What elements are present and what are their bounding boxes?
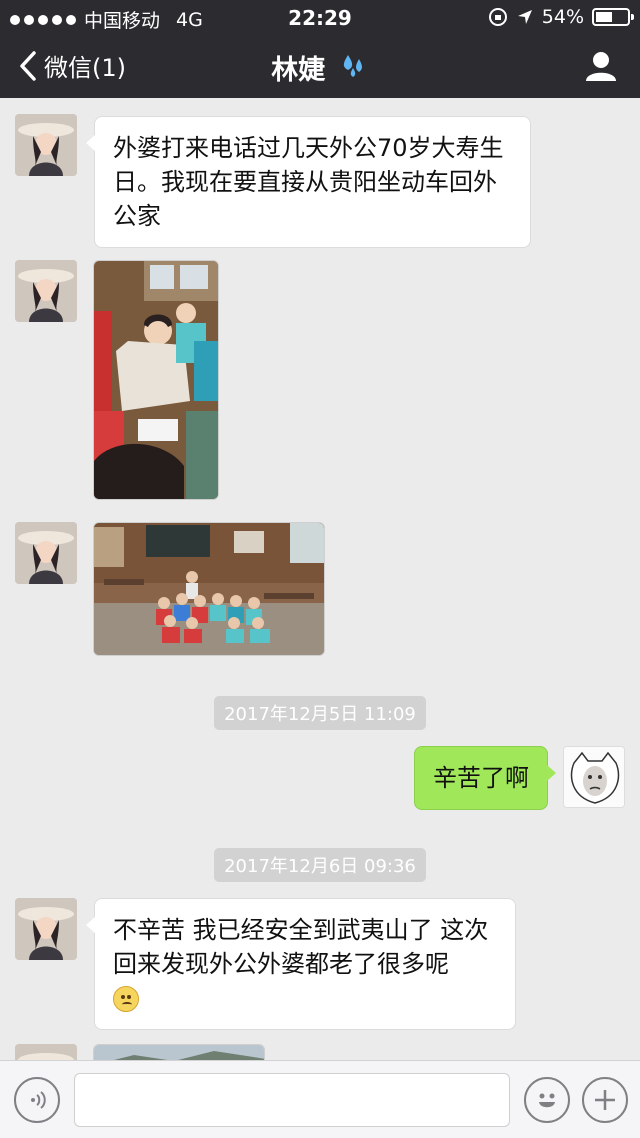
friend-avatar[interactable]	[15, 114, 77, 176]
classroom-photo	[94, 261, 218, 499]
timestamp: 2017年12月5日 11:09	[0, 696, 640, 730]
my-message-bubble[interactable]: 辛苦了啊	[414, 746, 556, 810]
status-bar: 中国移动 4G 22:29 54%	[0, 0, 640, 34]
person-icon[interactable]	[584, 50, 618, 82]
water-drops-icon	[343, 55, 362, 77]
smiley-icon	[539, 1093, 555, 1108]
battery-percent: 54%	[541, 6, 584, 28]
status-right: 54%	[488, 6, 634, 28]
my-avatar[interactable]	[563, 746, 625, 808]
message-text: 辛苦了啊	[433, 764, 529, 792]
chat-title-text: 林婕	[271, 55, 326, 86]
battery-fill	[596, 12, 612, 22]
voice-icon	[31, 1091, 46, 1109]
message-input[interactable]	[74, 1073, 510, 1127]
image-message[interactable]	[93, 522, 325, 656]
chat-area[interactable]: 外婆打来电话过几天外公70岁大寿生日。我现在要直接从贵阳坐动车回外公家 2017…	[0, 98, 640, 1060]
image-message[interactable]	[93, 1044, 265, 1060]
rotation-lock-icon	[488, 8, 507, 26]
timestamp-text: 2017年12月6日 09:36	[214, 848, 426, 882]
message-text: 外婆打来电话过几天外公70岁大寿生日。我现在要直接从贵阳坐动车回外公家	[113, 134, 504, 230]
header: 中国移动 4G 22:29 54% 微信(1) 林婕	[0, 0, 640, 98]
friend-avatar[interactable]	[15, 898, 77, 960]
timestamp-text: 2017年12月5日 11:09	[214, 696, 426, 730]
input-bar	[0, 1060, 640, 1138]
landscape-photo	[94, 1045, 264, 1060]
message-bubble[interactable]: 外婆打来电话过几天外公70岁大寿生日。我现在要直接从贵阳坐动车回外公家	[86, 116, 531, 248]
chat-title: 林婕	[0, 48, 640, 87]
friend-avatar[interactable]	[15, 522, 77, 584]
friend-avatar[interactable]	[15, 260, 77, 322]
class-group-photo	[94, 523, 324, 655]
more-button[interactable]	[582, 1077, 628, 1123]
sad-face-icon	[113, 986, 139, 1012]
timestamp: 2017年12月6日 09:36	[0, 848, 640, 882]
plus-icon	[595, 1090, 615, 1110]
voice-button[interactable]	[14, 1077, 60, 1123]
message-bubble[interactable]: 不辛苦 我已经安全到武夷山了 这次回来发现外公外婆都老了很多呢	[86, 898, 516, 1030]
message-text: 不辛苦 我已经安全到武夷山了 这次回来发现外公外婆都老了很多呢	[113, 916, 489, 978]
image-message[interactable]	[93, 260, 219, 500]
emoji-button[interactable]	[524, 1077, 570, 1123]
location-icon	[517, 10, 532, 24]
friend-avatar[interactable]	[15, 1044, 77, 1060]
battery-icon	[592, 8, 634, 26]
nav-bar: 微信(1) 林婕	[0, 34, 640, 98]
